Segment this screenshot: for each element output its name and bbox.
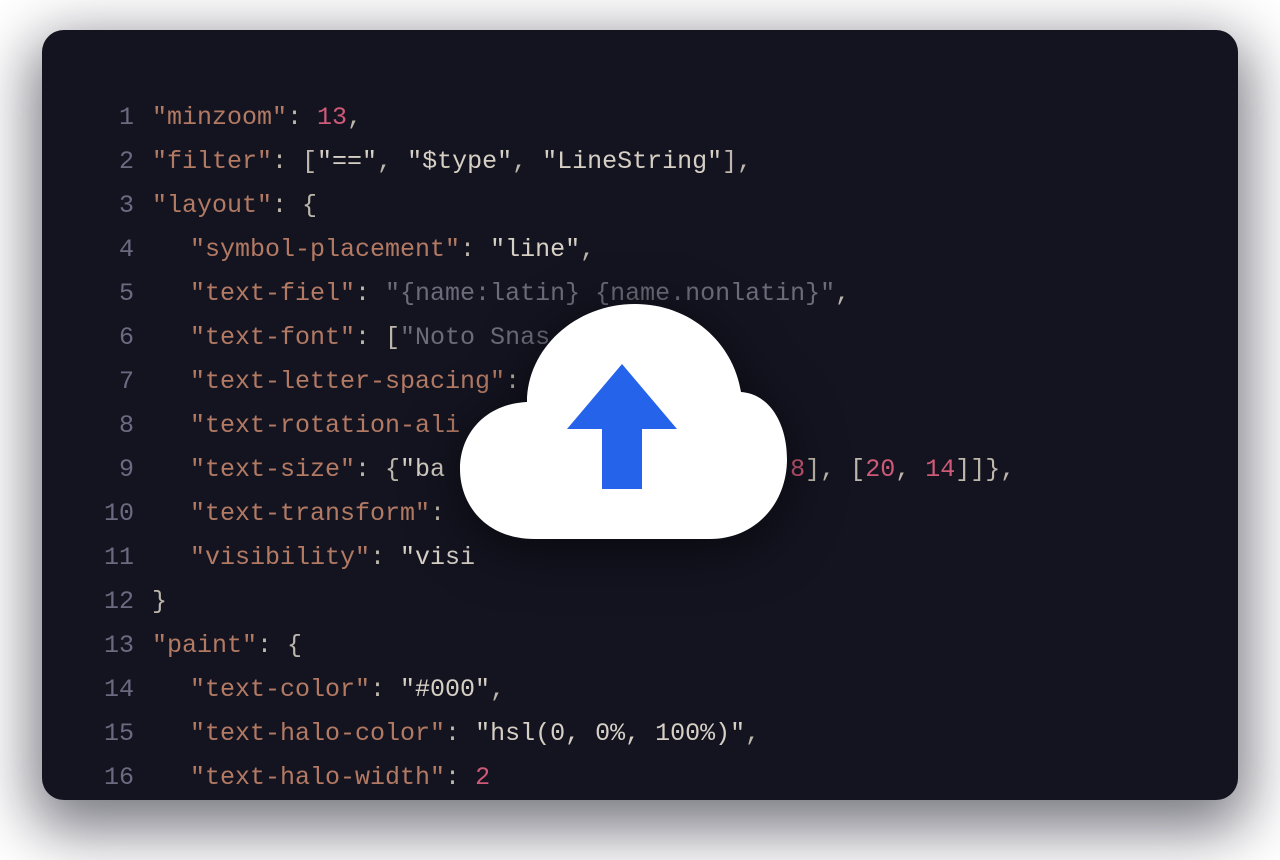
cloud-upload-icon[interactable]	[455, 294, 790, 549]
line-number: 8	[72, 404, 152, 448]
code-token: 20	[865, 455, 895, 484]
line-number: 13	[72, 624, 152, 668]
line-number: 5	[72, 272, 152, 316]
code-token: "#000"	[400, 675, 490, 704]
code-token: : {	[355, 455, 400, 484]
code-token: :	[460, 235, 490, 264]
line-content: "text-rotation-ali	[152, 404, 460, 448]
code-token: ,	[377, 147, 407, 176]
code-token: 8	[790, 455, 805, 484]
line-content: "text-color": "#000",	[152, 668, 505, 712]
code-line: 3"layout": {	[72, 184, 1208, 228]
code-token: ,	[490, 675, 505, 704]
code-token: : {	[272, 191, 317, 220]
code-token: ]]},	[955, 455, 1015, 484]
code-token: "text-transform"	[190, 499, 430, 528]
line-content: "paint": {	[152, 624, 302, 668]
line-number: 7	[72, 360, 152, 404]
line-number: 3	[72, 184, 152, 228]
code-line: 15"text-halo-color": "hsl(0, 0%, 100%)",	[72, 712, 1208, 756]
code-token: :	[445, 763, 475, 792]
line-number: 11	[72, 536, 152, 580]
line-number: 6	[72, 316, 152, 360]
code-line: 16"text-halo-width": 2	[72, 756, 1208, 800]
code-token: :	[287, 103, 317, 132]
code-token: "hsl(0, 0%, 100%)"	[475, 719, 745, 748]
code-token: ],	[722, 147, 752, 176]
line-content: "minzoom": 13,	[152, 96, 362, 140]
code-token: :	[430, 499, 445, 528]
code-line: 14"text-color": "#000",	[72, 668, 1208, 712]
line-number: 15	[72, 712, 152, 756]
code-token: "$type"	[407, 147, 512, 176]
code-line: 2"filter": ["==", "$type", "LineString"]…	[72, 140, 1208, 184]
line-content: "text-transform":	[152, 492, 445, 536]
code-token: ,	[512, 147, 542, 176]
code-token: "text-font"	[190, 323, 355, 352]
code-token: ,	[580, 235, 595, 264]
code-token: :	[370, 543, 400, 572]
code-token: :	[445, 719, 475, 748]
code-token: "LineString"	[542, 147, 722, 176]
code-token: : {	[257, 631, 302, 660]
line-number: 2	[72, 140, 152, 184]
line-content: "symbol-placement": "line",	[152, 228, 595, 272]
code-line: 1"minzoom": 13,	[72, 96, 1208, 140]
code-line: 12}	[72, 580, 1208, 624]
code-token: :	[355, 279, 385, 308]
code-token: "=="	[317, 147, 377, 176]
line-number: 10	[72, 492, 152, 536]
code-token: "text-size"	[190, 455, 355, 484]
code-token: "paint"	[152, 631, 257, 660]
code-token: "text-color"	[190, 675, 370, 704]
code-token: : [	[272, 147, 317, 176]
line-content: }	[152, 580, 167, 624]
code-token: "visibility"	[190, 543, 370, 572]
code-token: "layout"	[152, 191, 272, 220]
code-token: }	[152, 587, 167, 616]
code-token: "symbol-placement"	[190, 235, 460, 264]
line-content: "text-halo-width": 2	[152, 756, 490, 800]
code-line: 13"paint": {	[72, 624, 1208, 668]
code-token: "text-rotation-ali	[190, 411, 460, 440]
line-number: 12	[72, 580, 152, 624]
code-token: "line"	[490, 235, 580, 264]
code-token: "text-fiel"	[190, 279, 355, 308]
line-content: "text-halo-color": "hsl(0, 0%, 100%)",	[152, 712, 760, 756]
code-token: "minzoom"	[152, 103, 287, 132]
code-token: "text-halo-width"	[190, 763, 445, 792]
line-content: "filter": ["==", "$type", "LineString"],	[152, 140, 752, 184]
code-token: : [	[355, 323, 400, 352]
code-token: "text-halo-color"	[190, 719, 445, 748]
code-token: "filter"	[152, 147, 272, 176]
code-line: 4"symbol-placement": "line",	[72, 228, 1208, 272]
code-token: ,	[745, 719, 760, 748]
code-token: ], [	[805, 455, 865, 484]
code-token: ,	[895, 455, 925, 484]
line-number: 1	[72, 96, 152, 140]
code-token: 14	[925, 455, 955, 484]
code-token: :	[370, 675, 400, 704]
code-token: 2	[475, 763, 490, 792]
line-number: 16	[72, 756, 152, 800]
line-content: "visibility": "visi	[152, 536, 475, 580]
line-number: 4	[72, 228, 152, 272]
line-number: 9	[72, 448, 152, 492]
code-token: 13	[317, 103, 347, 132]
code-token: ,	[347, 103, 362, 132]
line-number: 14	[72, 668, 152, 712]
line-content: "layout": {	[152, 184, 317, 228]
code-token: ,	[835, 279, 850, 308]
